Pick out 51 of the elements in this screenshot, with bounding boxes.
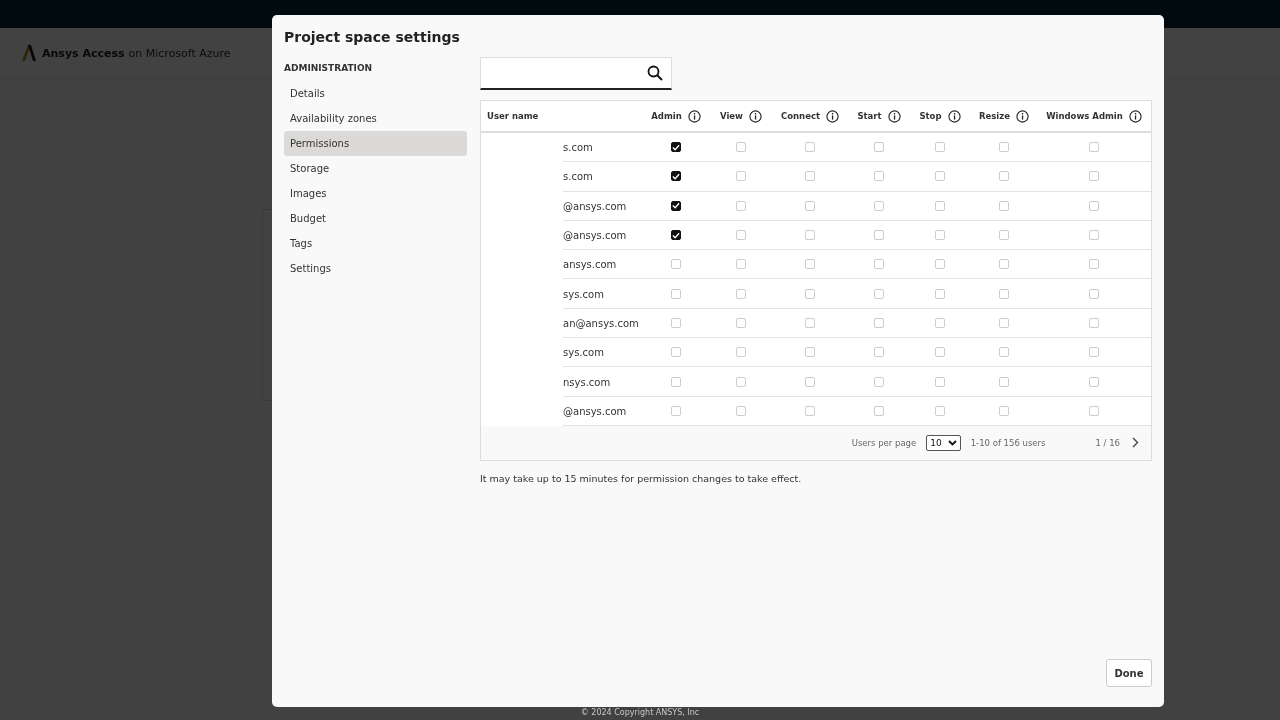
user-email: sys.com — [563, 288, 604, 300]
sidebar-item[interactable]: Details — [284, 81, 467, 106]
user-email: s.com — [563, 171, 593, 183]
column-header: Connect — [780, 111, 820, 121]
section-heading: ADMINISTRATION — [284, 62, 374, 75]
user-email: an@ansys.com — [563, 317, 639, 329]
pager-label: Users per page — [851, 437, 917, 448]
permission-checkbox[interactable] — [671, 171, 681, 182]
user-email: ansys.com — [563, 259, 617, 271]
user-email: @ansys.com — [563, 230, 627, 242]
column-header: View — [720, 111, 743, 121]
user-email: @ansys.com — [563, 200, 627, 212]
next-page-icon[interactable] — [1132, 437, 1139, 449]
dialog-title: Project space settings — [284, 28, 461, 47]
done-button[interactable]: Done — [1106, 659, 1152, 687]
permission-checkbox[interactable] — [671, 142, 681, 153]
info-icon[interactable] — [947, 109, 961, 123]
permission-checkbox[interactable] — [671, 230, 681, 241]
page-indicator: 1 / 16 — [1095, 437, 1120, 448]
range-text: 1-10 of 156 users — [970, 437, 1046, 448]
column-header: Start — [857, 111, 882, 121]
sidebar-item[interactable]: Images — [284, 181, 467, 206]
info-icon[interactable] — [1016, 109, 1029, 123]
user-email: @ansys.com — [563, 405, 627, 417]
copyright-text: © 2024 Copyright ANSYS, Inc — [580, 707, 700, 717]
per-page-select[interactable]: 10 — [926, 434, 961, 451]
user-email: sys.com — [563, 347, 604, 359]
info-note: It may take up to 15 minutes for permission changes to take effect. — [480, 472, 803, 484]
search-icon — [647, 65, 663, 81]
info-icon[interactable] — [749, 109, 762, 123]
sidebar-item[interactable]: Tags — [284, 231, 467, 256]
search-field[interactable] — [480, 57, 672, 90]
info-icon[interactable] — [826, 109, 839, 123]
caret-icon — [947, 439, 957, 446]
column-header: Stop — [919, 111, 942, 121]
sidebar-item[interactable]: Availability zones — [284, 106, 467, 131]
column-header: Admin — [651, 111, 682, 121]
info-icon[interactable] — [887, 109, 901, 123]
sidebar-item[interactable]: Storage — [284, 156, 467, 181]
user-email: nsys.com — [563, 376, 611, 388]
sidebar-item[interactable]: Settings — [284, 256, 467, 281]
sidebar-item[interactable]: Budget — [284, 206, 467, 231]
sidebar-item[interactable]: Permissions — [284, 131, 467, 156]
column-header: Windows Admin — [1046, 111, 1123, 121]
info-icon[interactable] — [1128, 109, 1142, 123]
app-name: Ansys Access — [42, 46, 125, 60]
column-header: Resize — [979, 111, 1010, 121]
column-header: User name — [487, 111, 539, 121]
user-email: s.com — [563, 142, 593, 154]
permission-checkbox[interactable] — [671, 200, 681, 211]
info-icon[interactable] — [687, 109, 701, 123]
